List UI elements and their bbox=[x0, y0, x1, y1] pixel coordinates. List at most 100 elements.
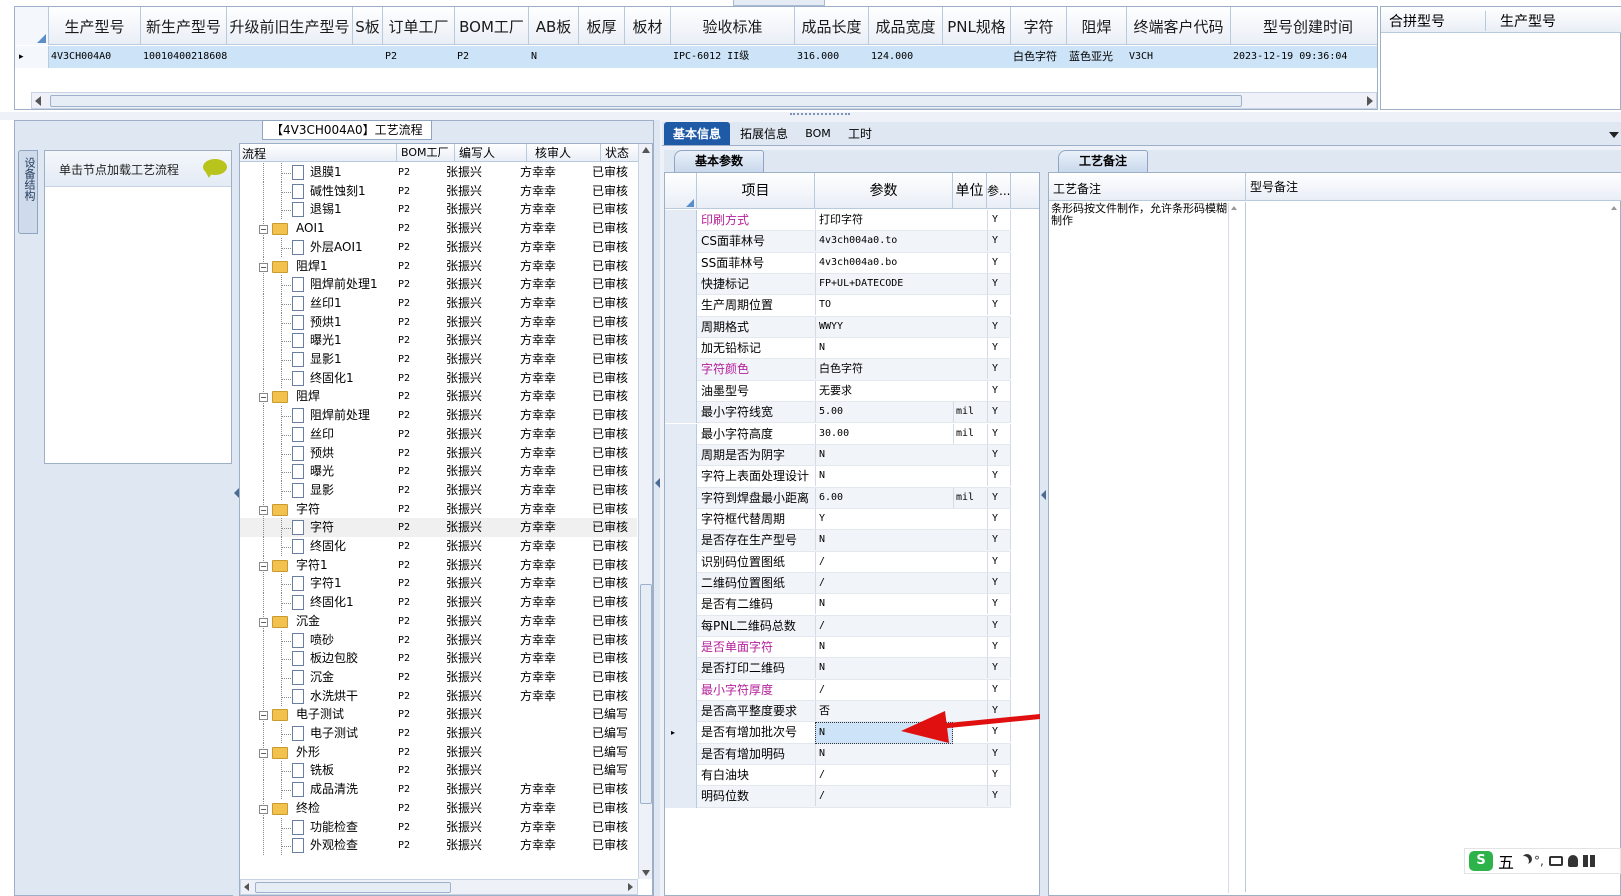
tab-work-hours[interactable]: 工时 bbox=[840, 122, 880, 145]
param-row[interactable]: 识别码位置图纸 / Y bbox=[665, 551, 1011, 573]
row-header[interactable]: ▸ bbox=[665, 722, 697, 744]
process-notes-text[interactable]: 条形码按文件制作，允许条形码模糊制作 bbox=[1051, 203, 1229, 893]
tree-row[interactable]: − 阻焊 P2 张振兴 方幸幸 已审核 bbox=[240, 387, 637, 407]
tree-row[interactable]: 铣板 P2 张振兴 已编写 bbox=[240, 761, 637, 781]
param-value[interactable]: 4v3ch004a0.to bbox=[815, 231, 953, 252]
param-row[interactable]: 油墨型号 无要求 Y bbox=[665, 380, 1011, 403]
ime-mode-label[interactable]: 五 bbox=[1498, 849, 1514, 873]
param-value[interactable]: TO bbox=[815, 295, 953, 316]
cell-character[interactable]: 白色字符 bbox=[1013, 46, 1067, 68]
splitter-grip-mid[interactable] bbox=[790, 113, 850, 119]
param-row[interactable]: 最小字符高度 30.00 mil Y bbox=[665, 423, 1011, 445]
tree-row[interactable]: 阻焊前处理 P2 张振兴 方幸幸 已审核 bbox=[240, 406, 637, 426]
tree-row[interactable]: 电子测试 P2 张振兴 已编写 bbox=[240, 724, 637, 743]
row-header[interactable] bbox=[665, 402, 697, 424]
param-value[interactable]: / bbox=[815, 572, 953, 593]
tree-row[interactable]: 显影1 P2 张振兴 方幸幸 已审核 bbox=[240, 350, 637, 369]
collapse-toggle-icon[interactable]: − bbox=[259, 262, 268, 272]
col-order-factory[interactable]: 订单工厂 bbox=[383, 7, 455, 45]
user-icon[interactable] bbox=[1567, 855, 1578, 867]
param-row[interactable]: 字符上表面处理设计 N Y bbox=[665, 466, 1011, 488]
tree-row[interactable]: − AOI1 P2 张振兴 方幸幸 已审核 bbox=[240, 219, 637, 239]
param-value[interactable]: 30.00 bbox=[815, 423, 953, 444]
flow-tree-vscrollbar[interactable] bbox=[638, 144, 652, 879]
tree-row[interactable]: 退锡1 P2 张振兴 方幸幸 已审核 bbox=[240, 200, 637, 220]
tree-row[interactable]: − 字符 P2 张振兴 方幸幸 已审核 bbox=[240, 499, 637, 519]
scroll-right-icon[interactable] bbox=[1367, 96, 1373, 106]
param-value[interactable]: WWYY bbox=[815, 316, 953, 337]
row-header[interactable] bbox=[665, 743, 697, 766]
tree-row[interactable]: 外观检查 P2 张振兴 方幸幸 已审核 bbox=[240, 836, 637, 856]
row-header[interactable] bbox=[665, 466, 697, 488]
collapse-toggle-icon[interactable]: − bbox=[259, 804, 268, 814]
select-all-corner[interactable] bbox=[15, 7, 49, 45]
param-value[interactable]: / bbox=[815, 551, 953, 572]
col-bom-factory[interactable]: BOM工厂 bbox=[455, 7, 529, 45]
cell-prod-model[interactable]: 4V3CH004A0 bbox=[51, 46, 141, 68]
scroll-up-icon[interactable] bbox=[642, 147, 650, 153]
ime-toolbar[interactable]: S 五 °, bbox=[1464, 848, 1621, 874]
row-header[interactable] bbox=[665, 252, 697, 275]
tree-scroll-right-icon[interactable] bbox=[628, 883, 633, 891]
tree-row[interactable]: − 字符1 P2 张振兴 方幸幸 已审核 bbox=[240, 555, 637, 575]
row-header[interactable] bbox=[665, 295, 697, 317]
row-header[interactable] bbox=[665, 594, 697, 616]
param-value[interactable]: / bbox=[815, 615, 953, 636]
tree-row[interactable]: 丝印 P2 张振兴 方幸幸 已审核 bbox=[240, 424, 637, 444]
cell-customer-code[interactable]: V3CH bbox=[1129, 46, 1231, 68]
collapse-toggle-icon[interactable]: − bbox=[259, 393, 268, 403]
tree-row[interactable]: 丝印1 P2 张振兴 方幸幸 已审核 bbox=[240, 293, 637, 313]
param-value[interactable]: / bbox=[815, 786, 953, 807]
center-splitter[interactable] bbox=[654, 120, 660, 896]
param-row[interactable]: CS面菲林号 4v3ch004a0.to Y bbox=[665, 231, 1011, 253]
row-header[interactable] bbox=[665, 701, 697, 723]
row-header[interactable] bbox=[665, 765, 697, 787]
tree-row[interactable]: 碱性蚀刻1 P2 张振兴 方幸幸 已审核 bbox=[240, 181, 637, 201]
tree-row[interactable]: 终固化1 P2 张振兴 方幸幸 已审核 bbox=[240, 593, 637, 613]
row-header[interactable] bbox=[665, 572, 697, 595]
tree-row[interactable]: 预烘 P2 张振兴 方幸幸 已审核 bbox=[240, 443, 637, 463]
cell-width[interactable]: 124.000 bbox=[871, 46, 943, 68]
param-row[interactable]: 印刷方式 打印字符 Y bbox=[665, 210, 1011, 232]
param-value[interactable]: N bbox=[815, 338, 953, 359]
param-row[interactable]: 周期是否为阴字 N Y bbox=[665, 444, 1011, 467]
param-value[interactable]: 无要求 bbox=[815, 380, 953, 401]
param-row[interactable]: 每PNL二维码总数 / Y bbox=[665, 615, 1011, 637]
col-prod-model[interactable]: 生产型号 bbox=[49, 7, 141, 45]
cell-s-board[interactable] bbox=[355, 46, 383, 68]
param-row[interactable]: 有白油块 / Y bbox=[665, 765, 1011, 787]
col-ab-board[interactable]: AB板 bbox=[529, 7, 579, 45]
grid-icon[interactable] bbox=[1582, 855, 1595, 867]
param-row[interactable]: 是否有二维码 N Y bbox=[665, 594, 1011, 616]
col-old-prod-model[interactable]: 升级前旧生产型号 bbox=[227, 7, 353, 45]
tree-row[interactable]: 终固化1 P2 张振兴 方幸幸 已审核 bbox=[240, 368, 637, 388]
param-value[interactable]: 5.00 bbox=[815, 402, 953, 423]
row-header[interactable] bbox=[665, 338, 697, 360]
load-flow-hint[interactable]: 单击节点加载工艺流程 bbox=[59, 161, 179, 178]
keyboard-icon[interactable] bbox=[1548, 856, 1563, 866]
cell-length[interactable]: 316.000 bbox=[797, 46, 869, 68]
row-header[interactable] bbox=[665, 380, 697, 403]
row-header[interactable] bbox=[665, 658, 697, 680]
tab-bom[interactable]: BOM bbox=[798, 122, 838, 145]
row-header[interactable] bbox=[665, 316, 697, 339]
tree-hscroll-thumb[interactable] bbox=[255, 882, 451, 893]
col-thickness[interactable]: 板厚 bbox=[579, 7, 625, 45]
tree-row[interactable]: 阻焊前处理1 P2 张振兴 方幸幸 已审核 bbox=[240, 275, 637, 295]
cell-bom-factory[interactable]: P2 bbox=[457, 46, 529, 68]
param-value[interactable]: N bbox=[815, 466, 953, 487]
cell-order-factory[interactable]: P2 bbox=[385, 46, 455, 68]
cell-new-prod-model[interactable]: 10010400218608 bbox=[143, 46, 227, 68]
param-value[interactable]: Y bbox=[815, 508, 953, 529]
ime-logo-icon[interactable]: S bbox=[1469, 851, 1493, 871]
row-header[interactable] bbox=[665, 615, 697, 637]
param-row[interactable]: 明码位数 / Y bbox=[665, 786, 1011, 808]
row-header[interactable] bbox=[665, 508, 697, 531]
tree-row[interactable]: 喷砂 P2 张振兴 方幸幸 已审核 bbox=[240, 630, 637, 650]
row-header[interactable] bbox=[665, 359, 697, 381]
punct-icon[interactable]: °, bbox=[1534, 854, 1544, 868]
col-character[interactable]: 字符 bbox=[1011, 7, 1067, 45]
tab-basic-params[interactable]: 基本参数 bbox=[674, 150, 764, 172]
tree-row[interactable]: 板边包胶 P2 张振兴 方幸幸 已审核 bbox=[240, 649, 637, 669]
param-row[interactable]: SS面菲林号 4v3ch004a0.bo Y bbox=[665, 252, 1011, 275]
